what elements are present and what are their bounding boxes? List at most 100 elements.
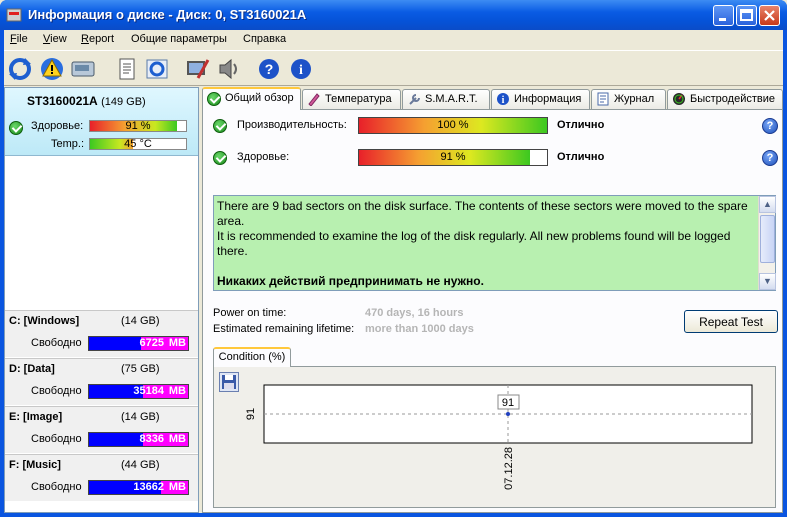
- lifetime-value: more than 1000 days: [365, 323, 474, 335]
- volume-used-fill: [89, 337, 142, 350]
- wrench-icon: [409, 94, 420, 105]
- settings-button[interactable]: [184, 56, 210, 82]
- message-line-1: There are 9 bad sectors on the disk surf…: [217, 199, 748, 228]
- info-button[interactable]: i: [288, 56, 314, 82]
- tab-info[interactable]: i Информация: [491, 89, 590, 109]
- volume-used-fill: [89, 433, 144, 446]
- health-status: Отлично: [557, 151, 605, 163]
- disk-list-panel: ST3160021A (149 GB) Здоровье: 91 % Temp.…: [4, 87, 199, 513]
- volume-card[interactable]: E: [Image] (14 GB) Свободно 8336 MB: [5, 406, 198, 453]
- volume-card[interactable]: F: [Music] (44 GB) Свободно 13662 MB: [5, 454, 198, 501]
- data-label: 91: [502, 397, 514, 409]
- disk-name: ST3160021A (149 GB): [27, 94, 146, 108]
- report-icon: [119, 58, 135, 80]
- minimize-icon: [719, 18, 726, 21]
- volume-name: F: [Music]: [9, 459, 61, 471]
- volume-name: E: [Image]: [9, 411, 63, 423]
- disk-health-meter: 91 %: [89, 120, 187, 132]
- volume-size: (75 GB): [121, 363, 160, 375]
- menu-report[interactable]: Report: [81, 33, 114, 45]
- volume-free-label: Свободно: [31, 337, 82, 349]
- health-help-icon[interactable]: ?: [762, 150, 778, 166]
- volume-size: (14 GB): [121, 315, 160, 327]
- sound-icon: [219, 58, 237, 80]
- menu-general-settings[interactable]: Общие параметры: [131, 33, 227, 45]
- y-tick-label: 91: [245, 408, 257, 420]
- volume-free-label: Свободно: [31, 385, 82, 397]
- power-on-value: 470 days, 16 hours: [365, 307, 464, 319]
- details-panel: Общий обзор Температура S.M.A.R.T. i Инф…: [202, 87, 783, 513]
- close-button[interactable]: [759, 5, 780, 26]
- help-icon: ?: [259, 59, 279, 79]
- volume-card[interactable]: C: [Windows] (14 GB) Свободно 6725 MB: [5, 310, 198, 357]
- tab-condition[interactable]: Condition (%): [213, 347, 291, 367]
- menu-view[interactable]: View: [43, 33, 67, 45]
- tab-overview[interactable]: Общий обзор: [202, 87, 301, 110]
- volume-space-bar: 35184 MB: [88, 384, 189, 399]
- window-title: Информация о диске - Диск: 0, ST3160021A: [28, 7, 307, 22]
- info-icon: i: [497, 93, 509, 106]
- message-line-3: [217, 259, 757, 274]
- report-button[interactable]: [114, 56, 140, 82]
- tab-performance[interactable]: Быстродействие: [667, 89, 783, 109]
- disk-button[interactable]: [70, 56, 96, 82]
- repeat-test-button[interactable]: Repeat Test: [684, 310, 778, 333]
- app-window: Информация о диске - Диск: 0, ST3160021A…: [0, 0, 787, 517]
- thermometer-icon: [308, 93, 320, 106]
- overview-tab-body: Производительность: 100 % Отлично ? Здор…: [202, 109, 783, 513]
- performance-label: Производительность:: [237, 119, 347, 131]
- scroll-thumb[interactable]: [760, 215, 775, 263]
- disk-temp-value: 45 °C: [124, 138, 152, 150]
- volume-card[interactable]: D: [Data] (75 GB) Свободно 35184 MB: [5, 358, 198, 405]
- performance-value: 100 %: [437, 119, 469, 131]
- scroll-down-icon[interactable]: ▼: [759, 273, 776, 290]
- disk-card[interactable]: ST3160021A (149 GB) Здоровье: 91 % Temp.…: [5, 88, 198, 156]
- volume-size: (14 GB): [121, 411, 160, 423]
- volume-free-value: 8336: [139, 433, 164, 445]
- help-button[interactable]: ?: [256, 56, 282, 82]
- x-tick-label: 07.12.28: [503, 447, 515, 490]
- svg-text:i: i: [299, 63, 303, 78]
- sound-button[interactable]: [216, 56, 242, 82]
- power-on-label: Power on time:: [213, 307, 287, 319]
- info-icon: i: [291, 59, 311, 79]
- disk-temp-meter: 45 °C: [89, 138, 187, 150]
- menu-help[interactable]: Справка: [243, 33, 286, 45]
- disk-health-value: 91 %: [125, 120, 151, 132]
- performance-status: Отлично: [557, 119, 605, 131]
- status-message: There are 9 bad sectors on the disk surf…: [217, 199, 757, 289]
- condition-chart-panel: 91 07.12.28 91: [213, 366, 776, 508]
- tab-smart[interactable]: S.M.A.R.T.: [402, 89, 490, 109]
- check-icon: [207, 92, 221, 106]
- tab-log[interactable]: Журнал: [591, 89, 666, 109]
- health-ok-icon: [9, 121, 23, 135]
- log-icon: [597, 92, 609, 106]
- performance-meter: 100 %: [358, 117, 548, 134]
- health-ok-icon: [213, 151, 227, 165]
- title-bar[interactable]: Информация о диске - Диск: 0, ST3160021A: [0, 0, 787, 30]
- warning-button[interactable]: [39, 56, 65, 82]
- volume-name: D: [Data]: [9, 363, 55, 375]
- minimize-button[interactable]: [713, 5, 734, 26]
- volume-unit: MB: [168, 337, 186, 349]
- toolbar: ? i: [4, 50, 783, 86]
- refresh-icon: [9, 58, 31, 80]
- menu-file[interactable]: File: [10, 33, 28, 45]
- menu-bar: File View Report Общие параметры Справка: [4, 30, 783, 50]
- maximize-button[interactable]: [736, 5, 757, 26]
- volume-name: C: [Windows]: [9, 315, 80, 327]
- disk-icon: [71, 61, 95, 77]
- refresh-all-button[interactable]: [144, 56, 170, 82]
- tab-temperature[interactable]: Температура: [302, 89, 401, 109]
- app-icon: [6, 8, 22, 22]
- volume-space-bar: 8336 MB: [88, 432, 189, 447]
- maximize-icon: [740, 9, 753, 21]
- health-meter: 91 %: [358, 149, 548, 166]
- volume-space-bar: 6725 MB: [88, 336, 189, 351]
- performance-help-icon[interactable]: ?: [762, 118, 778, 134]
- refresh-all-icon: [146, 59, 168, 79]
- volume-free-value: 35184: [133, 385, 164, 397]
- refresh-button[interactable]: [7, 56, 33, 82]
- message-scrollbar[interactable]: ▲ ▼: [758, 196, 776, 290]
- scroll-up-icon[interactable]: ▲: [759, 196, 776, 213]
